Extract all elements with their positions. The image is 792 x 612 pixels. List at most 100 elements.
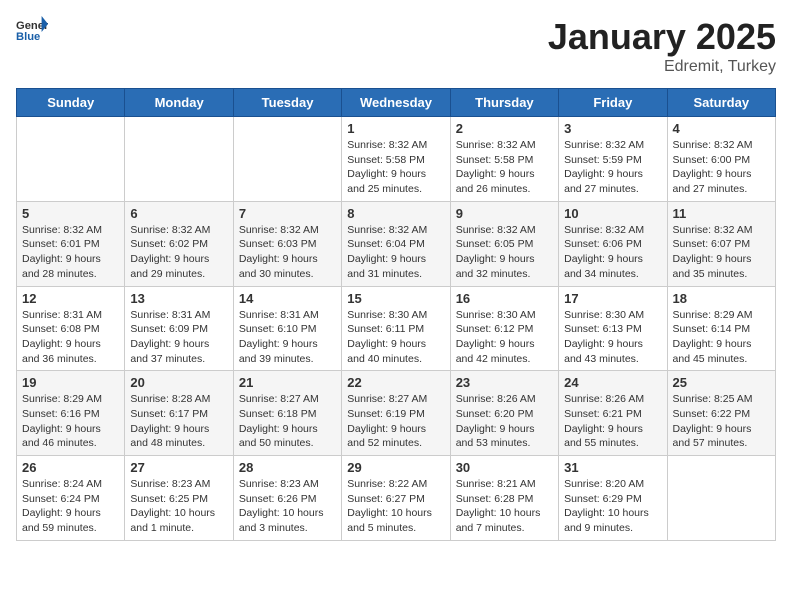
weekday-wednesday: Wednesday [342,89,450,117]
day-cell: 19 Sunrise: 8:29 AM Sunset: 6:16 PM Dayli… [17,371,125,456]
day-info: Sunrise: 8:30 AM Sunset: 6:13 PM Dayligh… [564,308,661,367]
day-info: Sunrise: 8:32 AM Sunset: 6:04 PM Dayligh… [347,223,444,282]
day-info: Sunrise: 8:32 AM Sunset: 6:07 PM Dayligh… [673,223,770,282]
day-number: 13 [130,291,227,306]
week-row-1: 1 Sunrise: 8:32 AM Sunset: 5:58 PM Daylig… [17,117,776,202]
day-info: Sunrise: 8:32 AM Sunset: 6:03 PM Dayligh… [239,223,336,282]
day-number: 11 [673,206,770,221]
day-cell: 16Sunrise: 8:30 AM Sunset: 6:12 PM Dayli… [450,286,558,371]
day-info: Sunrise: 8:29 AM Sunset: 6:16 PM Dayligh… [22,392,119,451]
day-info: Sunrise: 8:25 AM Sunset: 6:22 PM Dayligh… [673,392,770,451]
day-cell: 5Sunrise: 8:32 AM Sunset: 6:01 PM Daylig… [17,201,125,286]
calendar-table: SundayMondayTuesdayWednesdayThursdayFrid… [16,88,776,541]
day-info: Sunrise: 8:31 AM Sunset: 6:08 PM Dayligh… [22,308,119,367]
day-info: Sunrise: 8:22 AM Sunset: 6:27 PM Dayligh… [347,477,444,536]
day-cell: 2 Sunrise: 8:32 AM Sunset: 5:58 PM Daylig… [450,117,558,202]
day-number: 19 [22,375,119,390]
day-number: 27 [130,460,227,475]
day-info: Sunrise: 8:20 AM Sunset: 6:29 PM Dayligh… [564,477,661,536]
day-number: 23 [456,375,553,390]
week-row-2: 5Sunrise: 8:32 AM Sunset: 6:01 PM Daylig… [17,201,776,286]
logo-icon: General Blue [16,16,48,44]
day-info: Sunrise: 8:21 AM Sunset: 6:28 PM Dayligh… [456,477,553,536]
day-cell [667,456,775,541]
day-cell: 7 Sunrise: 8:32 AM Sunset: 6:03 PM Daylig… [233,201,341,286]
day-cell: 25 Sunrise: 8:25 AM Sunset: 6:22 PM Dayli… [667,371,775,456]
day-cell: 8 Sunrise: 8:32 AM Sunset: 6:04 PM Daylig… [342,201,450,286]
day-cell: 13 Sunrise: 8:31 AM Sunset: 6:09 PM Dayli… [125,286,233,371]
day-cell: 12 Sunrise: 8:31 AM Sunset: 6:08 PM Dayli… [17,286,125,371]
day-info: Sunrise: 8:23 AM Sunset: 6:26 PM Dayligh… [239,477,336,536]
day-cell [125,117,233,202]
day-cell: 11 Sunrise: 8:32 AM Sunset: 6:07 PM Dayli… [667,201,775,286]
logo: General Blue [16,16,48,44]
day-info: Sunrise: 8:31 AM Sunset: 6:09 PM Dayligh… [130,308,227,367]
day-number: 3 [564,121,661,136]
day-cell: 10 Sunrise: 8:32 AM Sunset: 6:06 PM Dayli… [559,201,667,286]
day-info: Sunrise: 8:23 AM Sunset: 6:25 PM Dayligh… [130,477,227,536]
day-number: 4 [673,121,770,136]
day-cell: 23 Sunrise: 8:26 AM Sunset: 6:20 PM Dayli… [450,371,558,456]
weekday-saturday: Saturday [667,89,775,117]
day-cell: 20 Sunrise: 8:28 AM Sunset: 6:17 PM Dayli… [125,371,233,456]
day-number: 22 [347,375,444,390]
day-info: Sunrise: 8:31 AM Sunset: 6:10 PM Dayligh… [239,308,336,367]
day-info: Sunrise: 8:32 AM Sunset: 5:58 PM Dayligh… [456,138,553,197]
week-row-4: 19 Sunrise: 8:29 AM Sunset: 6:16 PM Dayli… [17,371,776,456]
day-number: 8 [347,206,444,221]
week-row-5: 26Sunrise: 8:24 AM Sunset: 6:24 PM Dayli… [17,456,776,541]
weekday-header-row: SundayMondayTuesdayWednesdayThursdayFrid… [17,89,776,117]
day-cell: 28Sunrise: 8:23 AM Sunset: 6:26 PM Dayli… [233,456,341,541]
day-cell: 9 Sunrise: 8:32 AM Sunset: 6:05 PM Daylig… [450,201,558,286]
weekday-tuesday: Tuesday [233,89,341,117]
day-number: 1 [347,121,444,136]
day-info: Sunrise: 8:32 AM Sunset: 6:05 PM Dayligh… [456,223,553,282]
day-cell: 15 Sunrise: 8:30 AM Sunset: 6:11 PM Dayli… [342,286,450,371]
day-cell: 27 Sunrise: 8:23 AM Sunset: 6:25 PM Dayli… [125,456,233,541]
day-info: Sunrise: 8:27 AM Sunset: 6:18 PM Dayligh… [239,392,336,451]
day-info: Sunrise: 8:28 AM Sunset: 6:17 PM Dayligh… [130,392,227,451]
day-info: Sunrise: 8:32 AM Sunset: 6:00 PM Dayligh… [673,138,770,197]
day-number: 24 [564,375,661,390]
day-info: Sunrise: 8:32 AM Sunset: 5:59 PM Dayligh… [564,138,661,197]
day-cell: 18 Sunrise: 8:29 AM Sunset: 6:14 PM Dayli… [667,286,775,371]
day-cell: 30Sunrise: 8:21 AM Sunset: 6:28 PM Dayli… [450,456,558,541]
title-area: January 2025 Edremit, Turkey [548,16,776,76]
day-number: 9 [456,206,553,221]
day-number: 29 [347,460,444,475]
day-cell: 14Sunrise: 8:31 AM Sunset: 6:10 PM Dayli… [233,286,341,371]
day-info: Sunrise: 8:32 AM Sunset: 6:06 PM Dayligh… [564,223,661,282]
weekday-friday: Friday [559,89,667,117]
day-number: 5 [22,206,119,221]
day-cell: 4 Sunrise: 8:32 AM Sunset: 6:00 PM Daylig… [667,117,775,202]
day-number: 21 [239,375,336,390]
day-number: 18 [673,291,770,306]
day-info: Sunrise: 8:32 AM Sunset: 6:02 PM Dayligh… [130,223,227,282]
day-number: 10 [564,206,661,221]
day-info: Sunrise: 8:30 AM Sunset: 6:11 PM Dayligh… [347,308,444,367]
day-number: 6 [130,206,227,221]
day-cell: 17 Sunrise: 8:30 AM Sunset: 6:13 PM Dayli… [559,286,667,371]
weekday-monday: Monday [125,89,233,117]
day-cell [17,117,125,202]
day-info: Sunrise: 8:29 AM Sunset: 6:14 PM Dayligh… [673,308,770,367]
day-cell: 1 Sunrise: 8:32 AM Sunset: 5:58 PM Daylig… [342,117,450,202]
day-number: 16 [456,291,553,306]
svg-text:Blue: Blue [16,31,40,43]
day-cell [233,117,341,202]
day-cell: 21 Sunrise: 8:27 AM Sunset: 6:18 PM Dayli… [233,371,341,456]
day-number: 20 [130,375,227,390]
calendar-title: January 2025 [548,16,776,58]
day-number: 12 [22,291,119,306]
day-cell: 22Sunrise: 8:27 AM Sunset: 6:19 PM Dayli… [342,371,450,456]
day-number: 17 [564,291,661,306]
day-number: 2 [456,121,553,136]
day-info: Sunrise: 8:26 AM Sunset: 6:20 PM Dayligh… [456,392,553,451]
day-info: Sunrise: 8:32 AM Sunset: 5:58 PM Dayligh… [347,138,444,197]
day-cell: 3 Sunrise: 8:32 AM Sunset: 5:59 PM Daylig… [559,117,667,202]
day-number: 7 [239,206,336,221]
day-cell: 26Sunrise: 8:24 AM Sunset: 6:24 PM Dayli… [17,456,125,541]
day-number: 15 [347,291,444,306]
day-number: 26 [22,460,119,475]
day-number: 25 [673,375,770,390]
